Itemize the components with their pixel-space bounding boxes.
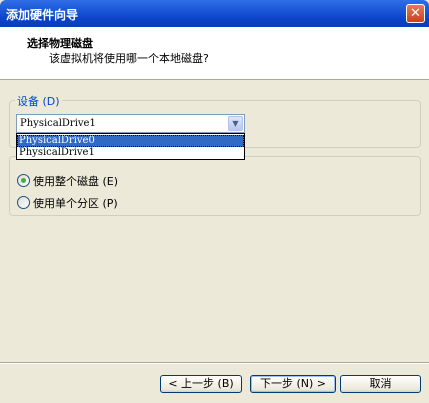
radio-single-partition[interactable]	[17, 196, 30, 209]
device-combobox[interactable]: PhysicalDrive1 ▼	[16, 114, 245, 133]
back-button[interactable]: < 上一步 (B)	[160, 375, 242, 393]
radio-selected-dot	[21, 178, 26, 183]
dropdown-option-physicaldrive1[interactable]: PhysicalDrive1	[17, 147, 244, 159]
chevron-down-icon[interactable]: ▼	[228, 116, 243, 131]
device-dropdown-list[interactable]: PhysicalDrive0 PhysicalDrive1	[16, 133, 245, 160]
cancel-button[interactable]: 取消	[340, 375, 421, 393]
close-icon: ✕	[410, 6, 421, 21]
close-button[interactable]: ✕	[406, 4, 425, 23]
radio-whole-disk[interactable]	[17, 174, 30, 187]
footer-separator	[0, 362, 429, 364]
title-bar[interactable]: 添加硬件向导 ✕	[0, 0, 429, 27]
dropdown-option-physicaldrive0[interactable]: PhysicalDrive0	[17, 135, 244, 147]
header-subtitle: 该虚拟机将使用哪一个本地磁盘?	[49, 52, 209, 65]
window-title: 添加硬件向导	[6, 8, 79, 22]
device-group-legend: 设备 (D)	[15, 93, 62, 109]
wizard-header: 选择物理磁盘 该虚拟机将使用哪一个本地磁盘?	[0, 27, 429, 80]
radio-single-partition-label[interactable]: 使用单个分区 (P)	[33, 195, 118, 211]
next-button[interactable]: 下一步 (N) >	[250, 375, 336, 393]
device-combobox-value: PhysicalDrive1	[20, 118, 96, 129]
radio-whole-disk-label[interactable]: 使用整个磁盘 (E)	[33, 173, 118, 189]
header-title: 选择物理磁盘	[27, 37, 93, 50]
